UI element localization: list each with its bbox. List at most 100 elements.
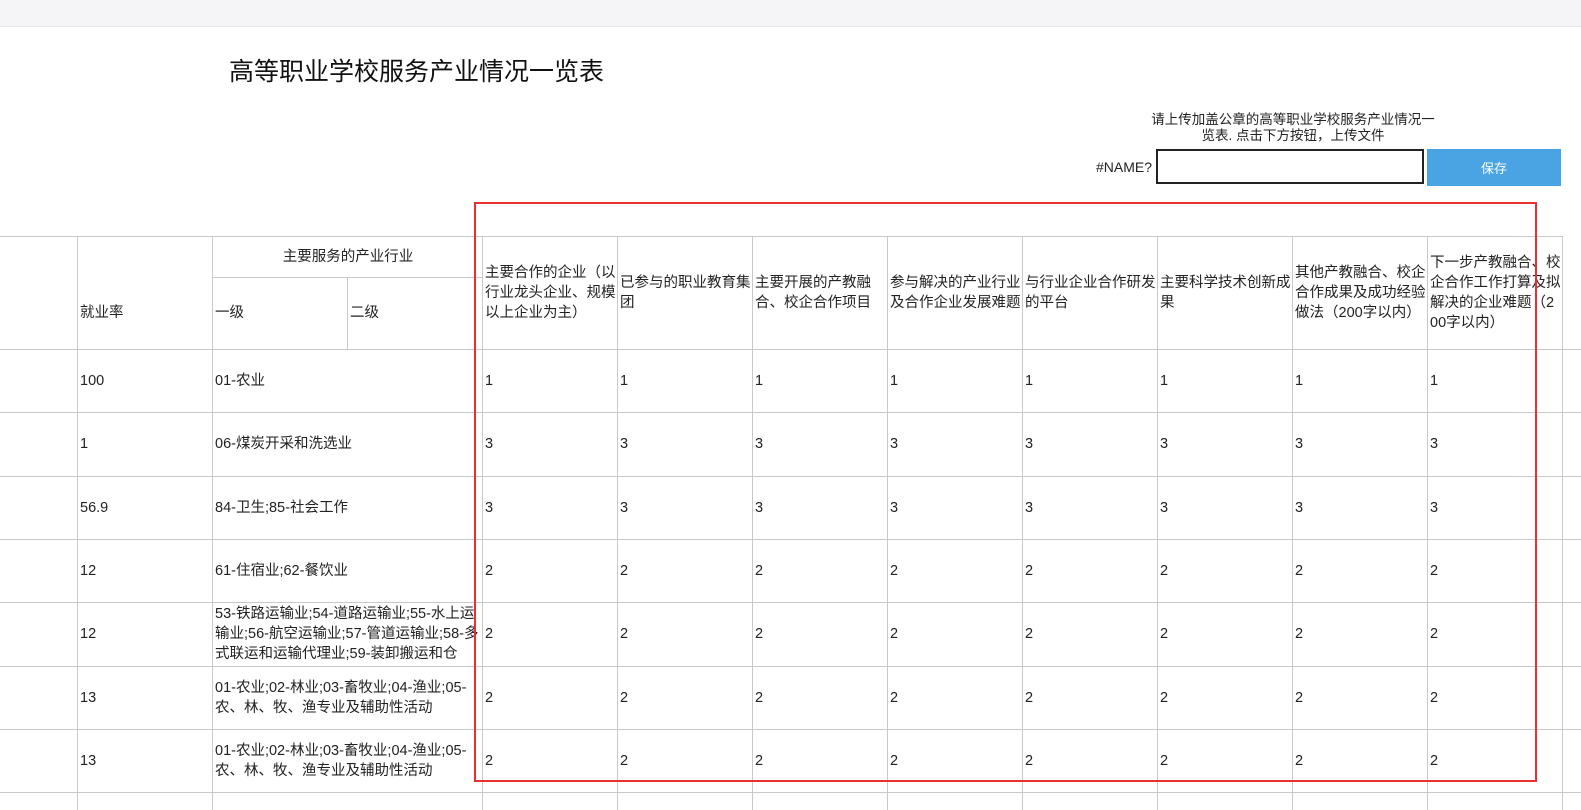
header-col-f-text: 主要科学技术创新成果 <box>1160 274 1291 311</box>
table-cell-b-text: 3 <box>620 436 629 452</box>
table-cell-c-text: 2 <box>755 689 764 706</box>
table-cell-e: 3 <box>1025 412 1156 476</box>
table-cell-a: 2 <box>485 539 616 602</box>
table-cell-employment-rate: 56.9 <box>80 476 211 539</box>
table-cell-c-text: 1 <box>755 372 764 389</box>
table-cell-e: 3 <box>1025 476 1156 539</box>
table-cell-e: 2 <box>1025 729 1156 792</box>
table-cell-h-text: 2 <box>1430 626 1439 642</box>
header-level2: 二级 <box>350 277 481 349</box>
table-cell-f-text: 3 <box>1160 499 1169 516</box>
table-cell-e-text: 2 <box>1025 562 1034 579</box>
table-cell-h-text: 1 <box>1430 372 1439 389</box>
header-col-b-text: 已参与的职业教育集团 <box>620 274 751 311</box>
table-cell-a-text: 2 <box>485 562 494 579</box>
header-col-c: 主要开展的产教融合、校企合作项目 <box>755 236 886 349</box>
table-cell-b: 1 <box>620 349 751 412</box>
table-cell-h-text: 2 <box>1430 562 1439 579</box>
grid-line <box>752 236 753 810</box>
table-cell-f: 2 <box>1160 539 1291 602</box>
grid-line <box>1562 236 1563 810</box>
table-cell-industry-text: 06-煤炭开采和洗选业 <box>215 436 352 452</box>
table-cell-g: 2 <box>1295 666 1426 729</box>
table-cell-e: 2 <box>1025 666 1156 729</box>
table-cell-g: 1 <box>1295 349 1426 412</box>
header-col-a-text: 主要合作的企业（以行业龙头企业、规模以上企业为主） <box>485 264 616 321</box>
header-level2-text: 二级 <box>350 305 379 321</box>
table-cell-b-text: 2 <box>620 562 629 579</box>
table-cell-c: 2 <box>755 666 886 729</box>
table-cell-g-text: 2 <box>1295 752 1304 769</box>
header-col-d: 参与解决的产业行业及合作企业发展难题 <box>890 236 1021 349</box>
table-cell-d-text: 2 <box>890 626 899 642</box>
table-cell-b-text: 2 <box>620 752 629 769</box>
table-cell-h-text: 3 <box>1430 436 1439 452</box>
header-col-g-text: 其他产教融合、校企合作成果及成功经验做法（200字以内） <box>1295 264 1426 321</box>
table-cell-d: 2 <box>890 729 1021 792</box>
table-cell-a-text: 2 <box>485 752 494 769</box>
table-cell-g: 2 <box>1295 602 1426 666</box>
table-cell-c-text: 2 <box>755 626 764 642</box>
header-col-e: 与行业企业合作研发的平台 <box>1025 236 1156 349</box>
table-cell-industry-text: 53-铁路运输业;54-道路运输业;55-水上运输业;56-航空运输业;57-管… <box>215 606 479 662</box>
table-cell-industry-text: 84-卫生;85-社会工作 <box>215 499 348 516</box>
table-cell-employment-rate: 12 <box>80 539 211 602</box>
table-cell-b: 2 <box>620 666 751 729</box>
table-cell-e-text: 2 <box>1025 689 1034 706</box>
table-cell-industry-text: 01-农业;02-林业;03-畜牧业;04-渔业;05-农、林、牧、渔专业及辅助… <box>215 742 467 779</box>
table-cell-employment-rate-text: 100 <box>80 372 105 389</box>
header-col-e-text: 与行业企业合作研发的平台 <box>1025 274 1156 311</box>
table-cell-employment-rate: 100 <box>80 349 211 412</box>
grid-line <box>1157 236 1158 810</box>
table-cell-d-text: 1 <box>890 372 899 389</box>
table-cell-f: 2 <box>1160 729 1291 792</box>
table-cell-employment-rate: 12 <box>80 602 211 666</box>
table-cell-e-text: 3 <box>1025 499 1034 516</box>
grid-line <box>1427 236 1428 810</box>
header-employment-rate-text: 就业率 <box>80 305 124 321</box>
table-cell-f: 2 <box>1160 666 1291 729</box>
table-cell-c: 3 <box>755 476 886 539</box>
table-cell-employment-rate-text: 56.9 <box>80 499 109 516</box>
table-cell-f-text: 2 <box>1160 689 1169 706</box>
table-cell-a-text: 3 <box>485 499 494 516</box>
table-cell-a-text: 2 <box>485 626 494 642</box>
table-cell-h: 2 <box>1430 666 1561 729</box>
grid-line <box>0 792 1581 793</box>
table-cell-d: 1 <box>890 349 1021 412</box>
table-cell-industry-text: 61-住宿业;62-餐饮业 <box>215 562 348 579</box>
table-cell-employment-rate-text: 1 <box>80 436 89 452</box>
table-cell-b: 2 <box>620 729 751 792</box>
table-cell-h: 2 <box>1430 539 1561 602</box>
table-cell-f: 3 <box>1160 412 1291 476</box>
table-cell-a: 2 <box>485 602 616 666</box>
table-cell-d: 3 <box>890 412 1021 476</box>
table-cell-g-text: 1 <box>1295 372 1304 389</box>
header-col-g: 其他产教融合、校企合作成果及成功经验做法（200字以内） <box>1295 236 1426 349</box>
table-cell-d-text: 2 <box>890 752 899 769</box>
table-cell-industry: 01-农业 <box>215 349 481 412</box>
table-cell-a: 3 <box>485 476 616 539</box>
table-cell-f-text: 1 <box>1160 372 1169 389</box>
table-cell-d: 2 <box>890 602 1021 666</box>
header-col-a: 主要合作的企业（以行业龙头企业、规模以上企业为主） <box>485 236 616 349</box>
table-cell-industry: 84-卫生;85-社会工作 <box>215 476 481 539</box>
grid-line <box>1022 236 1023 810</box>
table-cell-h: 2 <box>1430 602 1561 666</box>
table-cell-h: 3 <box>1430 476 1561 539</box>
table-cell-e-text: 1 <box>1025 372 1034 389</box>
header-col-b: 已参与的职业教育集团 <box>620 236 751 349</box>
table-cell-industry-text: 01-农业 <box>215 372 265 389</box>
table-cell-g: 3 <box>1295 412 1426 476</box>
table-cell-g: 2 <box>1295 539 1426 602</box>
table-cell-d: 2 <box>890 666 1021 729</box>
header-col-h-text: 下一步产教融合、校企合作工作打算及拟解决的企业难题（200字以内） <box>1430 254 1561 331</box>
table-cell-a-text: 1 <box>485 372 494 389</box>
table-cell-e: 1 <box>1025 349 1156 412</box>
table-cell-c: 2 <box>755 729 886 792</box>
table-cell-c-text: 3 <box>755 436 764 452</box>
table-cell-a: 3 <box>485 412 616 476</box>
header-col-d-text: 参与解决的产业行业及合作企业发展难题 <box>890 274 1021 311</box>
table-cell-employment-rate: 13 <box>80 729 211 792</box>
table-cell-c: 2 <box>755 539 886 602</box>
